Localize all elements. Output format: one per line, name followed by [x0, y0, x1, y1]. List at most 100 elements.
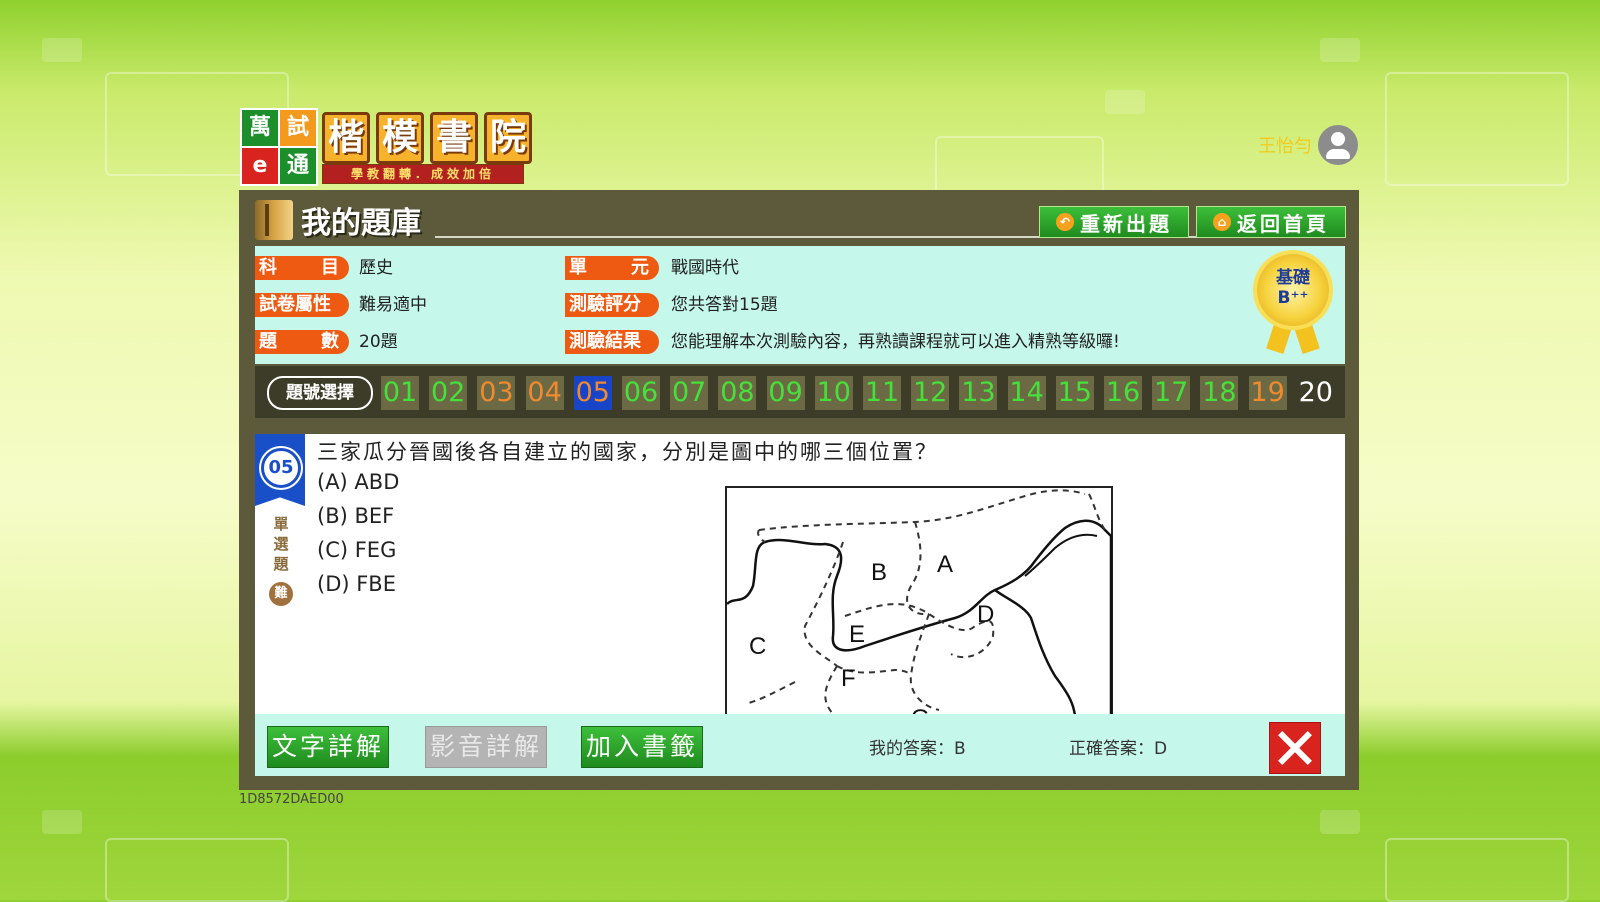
map-label: B	[871, 559, 887, 586]
home-button[interactable]: ⌂ 返回首頁	[1196, 206, 1346, 238]
count-value: 20題	[359, 332, 398, 352]
text-explanation-button[interactable]: 文字詳解	[267, 726, 389, 768]
logo-char: 試	[278, 108, 318, 148]
map-label: D	[977, 601, 994, 628]
correct-answer: 正確答案：D	[1069, 739, 1168, 759]
page-title: 我的題庫	[301, 206, 421, 241]
question-number-button[interactable]: 03	[477, 376, 516, 410]
label-char: 元	[631, 257, 649, 278]
option-c[interactable]: (C) FEG	[317, 538, 396, 562]
question-number-button[interactable]: 01	[381, 376, 419, 410]
logo-title-char: 模	[376, 112, 424, 164]
quiz-info: 科 目 歷史 試卷屬性 難易適中 題 數 20題 單 元 戰國時代 測驗評分 您…	[255, 246, 1345, 364]
logo-title-char: 院	[484, 112, 532, 164]
answer-bar: 文字詳解 影音詳解 加入書籤 我的答案：B 正確答案：D	[255, 714, 1345, 776]
logo-slogan: 學教翻轉．成效加倍	[322, 164, 524, 184]
label-char: 數	[321, 331, 339, 352]
label-char: 科	[259, 257, 277, 278]
my-answer: 我的答案：B	[869, 739, 966, 759]
map-label: C	[749, 633, 766, 660]
question-number-button[interactable]: 08	[718, 376, 757, 410]
label-char: 目	[321, 257, 339, 278]
question-number-button[interactable]: 02	[429, 376, 468, 410]
map-label: A	[937, 551, 953, 578]
map-label: G	[911, 705, 930, 714]
bookmark-button[interactable]: 加入書籤	[581, 726, 703, 768]
panel-header: 我的題庫	[255, 200, 421, 241]
background-decoration	[1320, 810, 1360, 834]
background-decoration	[1385, 72, 1569, 186]
retry-button[interactable]: ↶ 重新出題	[1039, 206, 1189, 238]
question-number-button[interactable]: 12	[911, 376, 950, 410]
result-label: 測驗結果	[565, 330, 659, 354]
unit-value: 戰國時代	[671, 258, 739, 278]
question-number-button[interactable]: 06	[622, 376, 660, 410]
question-number-button[interactable]: 15	[1055, 376, 1094, 410]
background-decoration	[105, 838, 289, 902]
option-d[interactable]: (D) FBE	[317, 572, 396, 596]
question-number-button[interactable]: 07	[670, 376, 709, 410]
question-number-button[interactable]: 05	[573, 376, 612, 410]
question-number-button[interactable]: 19	[1248, 376, 1287, 410]
question-number-button[interactable]: 17	[1152, 376, 1191, 410]
map-label: F	[841, 665, 856, 692]
background-decoration	[1385, 838, 1569, 902]
site-logo[interactable]: 萬 試 e 通 楷 模 書 院 學教翻轉．成效加倍	[240, 108, 532, 186]
question-type: 單選題	[273, 515, 289, 573]
score-label: 測驗評分	[565, 293, 659, 317]
close-icon[interactable]	[1269, 722, 1321, 774]
result-value: 您能理解本次測驗內容，再熟讀課程就可以進入精熟等級囉!	[671, 332, 1120, 352]
badge-line: B⁺⁺	[1277, 288, 1309, 308]
question-number-button[interactable]: 09	[766, 376, 805, 410]
label-char: 題	[259, 331, 277, 352]
user-name[interactable]: 王怡勻	[1258, 132, 1312, 158]
home-icon: ⌂	[1213, 213, 1231, 231]
background-decoration	[42, 810, 82, 834]
undo-icon: ↶	[1056, 213, 1074, 231]
avatar-icon[interactable]	[1318, 125, 1358, 165]
footer-code: 1D8572DAED00	[239, 792, 344, 807]
question-area: 05 單選題 難 三家瓜分晉國後各自建立的國家，分別是圖中的哪三個位置？ (A)…	[255, 434, 1345, 714]
question-selector-label: 題號選擇	[267, 376, 373, 410]
question-selector: 題號選擇 01 02 03 04 05 06 07 08 09 10 11 12 13 14 15 16 17 1…	[255, 366, 1345, 418]
logo-title-char: 書	[430, 112, 478, 164]
background-decoration	[1320, 38, 1360, 62]
option-a[interactable]: (A) ABD	[317, 470, 399, 494]
question-number-button[interactable]: 20	[1297, 376, 1335, 410]
logo-char: e	[240, 146, 280, 186]
attr-value: 難易適中	[359, 295, 427, 315]
logo-title: 楷 模 書 院	[322, 112, 532, 164]
question-number-button[interactable]: 04	[525, 376, 564, 410]
difficulty-badge: 難	[269, 582, 293, 606]
question-number-button[interactable]: 10	[814, 376, 853, 410]
background-decoration	[42, 38, 82, 62]
level-badge: 基礎 B⁺⁺	[1253, 254, 1333, 354]
subject-value: 歷史	[359, 258, 393, 278]
question-number-button[interactable]: 18	[1200, 376, 1239, 410]
badge-line: 基礎	[1276, 268, 1310, 288]
question-number: 05	[261, 448, 301, 488]
badge-text: 基礎 B⁺⁺	[1257, 268, 1329, 308]
question-text: 三家瓜分晉國後各自建立的國家，分別是圖中的哪三個位置？	[317, 440, 938, 464]
video-explanation-button[interactable]: 影音詳解	[425, 726, 547, 768]
retry-label: 重新出題	[1080, 211, 1172, 236]
label-char: 單	[569, 257, 587, 278]
logo-char: 萬	[240, 108, 280, 148]
attr-label: 試卷屬性	[255, 293, 349, 317]
score-value: 您共答對15題	[671, 295, 778, 315]
question-number-button[interactable]: 11	[863, 376, 901, 410]
subject-label: 科 目	[255, 256, 349, 280]
question-number-button[interactable]: 14	[1007, 376, 1046, 410]
count-label: 題 數	[255, 330, 349, 354]
question-map: A B C D E F G	[725, 486, 1113, 714]
background-decoration	[1105, 90, 1145, 114]
home-label: 返回首頁	[1237, 211, 1329, 236]
logo-char: 通	[278, 146, 318, 186]
quiz-panel: 我的題庫 ↶ 重新出題 ⌂ 返回首頁 科 目 歷史 試卷屬性 難易適中 題 數 …	[239, 190, 1359, 790]
map-label: E	[849, 621, 865, 648]
book-icon	[255, 200, 293, 240]
option-b[interactable]: (B) BEF	[317, 504, 394, 528]
unit-label: 單 元	[565, 256, 659, 280]
question-number-button[interactable]: 16	[1104, 376, 1142, 410]
question-number-button[interactable]: 13	[959, 376, 998, 410]
